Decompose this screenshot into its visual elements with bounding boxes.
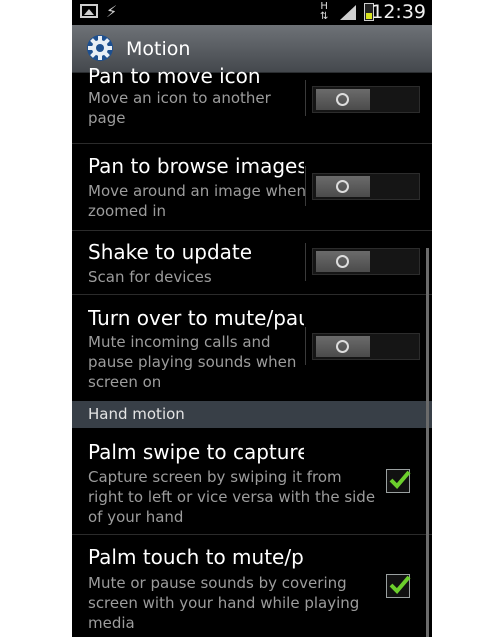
signal-icon [340,5,356,20]
list-item-title: Palm touch to mute/pause [88,545,304,569]
list-item-summary: Mute or pause sounds by covering screen … [88,574,360,632]
list-item-title: Turn over to mute/pause [88,306,304,330]
list-item-title: Palm swipe to capture [88,440,304,464]
status-time: 12:39 [371,1,426,23]
list-item-summary: Scan for devices [88,268,212,286]
list-item-summary: Move around an image when zoomed in [88,182,306,220]
list-item-palm-touch-to-mute[interactable]: Palm touch to mute/pause Mute or pause s… [72,535,432,637]
list-item-palm-swipe-to-capture[interactable]: Palm swipe to capture Capture screen by … [72,428,432,535]
gear-icon[interactable] [85,33,115,63]
list-item-summary: Capture screen by swiping it from right … [88,468,376,526]
check-mark-icon [389,470,411,489]
usb-icon: ⚡ [106,2,118,21]
list-item-shake-to-update[interactable]: Shake to update Scan for devices [72,231,432,295]
checkbox[interactable] [386,574,411,598]
toggle-switch[interactable] [312,86,420,113]
toggle-switch[interactable] [312,333,420,360]
divider [305,327,306,365]
list-item-title: Pan to move icon [88,64,261,88]
screen: ⚡ H ⇅ 12:39 Motion Pan to move icon Move… [72,0,432,637]
page-title: Motion [126,38,191,60]
checkbox[interactable] [386,469,411,493]
gallery-icon [80,4,98,18]
network-type-indicator: H ⇅ [320,1,329,22]
list-item-pan-to-move-icon[interactable]: Pan to move icon Move an icon to another… [72,64,432,144]
list-item-summary: Move an icon to another page [88,89,271,127]
section-header-label: Hand motion [88,405,185,423]
list-item-pan-to-browse-images[interactable]: Pan to browse images Move around an imag… [72,144,432,231]
divider [305,166,306,206]
toggle-switch[interactable] [312,248,420,275]
check-mark-icon [389,575,411,594]
list-item-turn-over-to-mute[interactable]: Turn over to mute/pause Mute incoming ca… [72,295,432,401]
toggle-off-thumb [316,176,370,197]
section-header: Hand motion [72,401,432,428]
scrollbar[interactable] [426,248,429,637]
list-item-summary: Mute incoming calls and pause playing so… [88,333,297,391]
list-item-title: Pan to browse images [88,154,304,178]
status-bar: ⚡ H ⇅ 12:39 [72,0,432,25]
divider [305,243,306,281]
divider [305,80,306,116]
toggle-off-thumb [316,251,370,272]
toggle-switch[interactable] [312,173,420,200]
toggle-off-thumb [316,89,370,110]
list-item-title: Shake to update [88,240,253,264]
network-type-label: H [320,1,328,12]
toggle-off-thumb [316,336,370,357]
